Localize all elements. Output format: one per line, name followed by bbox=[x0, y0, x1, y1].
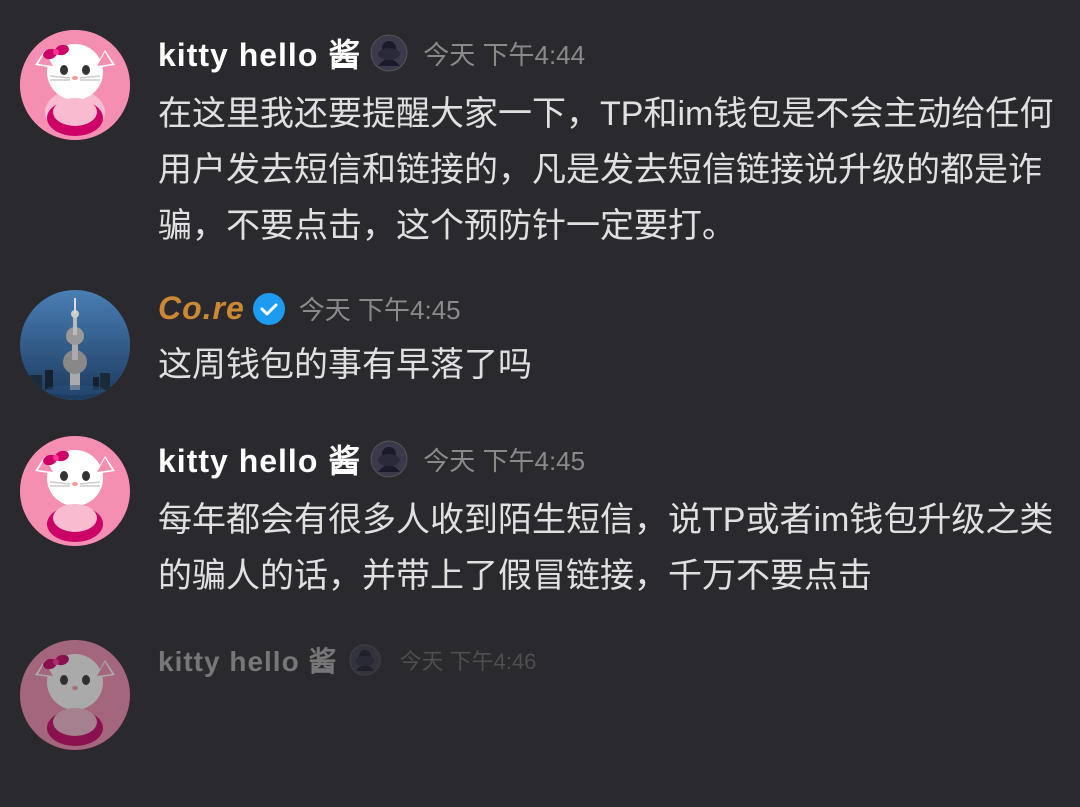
avatar bbox=[20, 640, 130, 750]
message-text: 这周钱包的事有早落了吗 bbox=[158, 337, 1060, 393]
message-header: kitty hello 酱 今天 下午4:44 bbox=[158, 30, 1060, 76]
timestamp: 今天 下午4:44 bbox=[423, 35, 585, 72]
message-header: Co.re 今天 下午4:45 bbox=[158, 290, 1060, 327]
username: Co.re bbox=[158, 290, 245, 327]
bot-icon bbox=[369, 439, 409, 479]
message-text: 在这里我还要提醒大家一下，TP和im钱包是不会主动给任何用户发去短信和链接的，凡… bbox=[158, 86, 1060, 254]
message-row: kitty hello 酱 今天 下午4:45 每年都会有很多人收到陌生短信，说… bbox=[20, 436, 1060, 604]
chat-container: kitty hello 酱 今天 下午4:44 在这里我还要提醒大家一下，TP和… bbox=[0, 0, 1080, 770]
bot-icon bbox=[369, 33, 409, 73]
message-row: kitty hello 酱 今天 下午4:46 bbox=[20, 640, 1060, 750]
username: kitty hello 酱 bbox=[158, 436, 361, 482]
message-row: kitty hello 酱 今天 下午4:44 在这里我还要提醒大家一下，TP和… bbox=[20, 30, 1060, 254]
message-header: kitty hello 酱 今天 下午4:46 bbox=[158, 640, 1060, 680]
timestamp: 今天 下午4:45 bbox=[423, 441, 585, 478]
message-content: kitty hello 酱 今天 下午4:44 在这里我还要提醒大家一下，TP和… bbox=[158, 30, 1060, 254]
message-content: Co.re 今天 下午4:45 这周钱包的事有早落了吗 bbox=[158, 290, 1060, 393]
message-content: kitty hello 酱 今天 下午4:46 bbox=[158, 640, 1060, 690]
kitty-avatar-image bbox=[20, 30, 130, 140]
username: kitty hello 酱 bbox=[158, 30, 361, 76]
avatar bbox=[20, 290, 130, 400]
verified-badge bbox=[253, 293, 285, 325]
bot-icon bbox=[345, 640, 385, 680]
message-row: Co.re 今天 下午4:45 这周钱包的事有早落了吗 bbox=[20, 290, 1060, 400]
message-content: kitty hello 酱 今天 下午4:45 每年都会有很多人收到陌生短信，说… bbox=[158, 436, 1060, 604]
message-text: 每年都会有很多人收到陌生短信，说TP或者im钱包升级之类的骗人的话，并带上了假冒… bbox=[158, 492, 1060, 604]
timestamp: 今天 下午4:46 bbox=[399, 644, 536, 676]
message-header: kitty hello 酱 今天 下午4:45 bbox=[158, 436, 1060, 482]
username: kitty hello 酱 bbox=[158, 640, 337, 680]
avatar bbox=[20, 436, 130, 546]
avatar bbox=[20, 30, 130, 140]
timestamp: 今天 下午4:45 bbox=[299, 290, 461, 327]
